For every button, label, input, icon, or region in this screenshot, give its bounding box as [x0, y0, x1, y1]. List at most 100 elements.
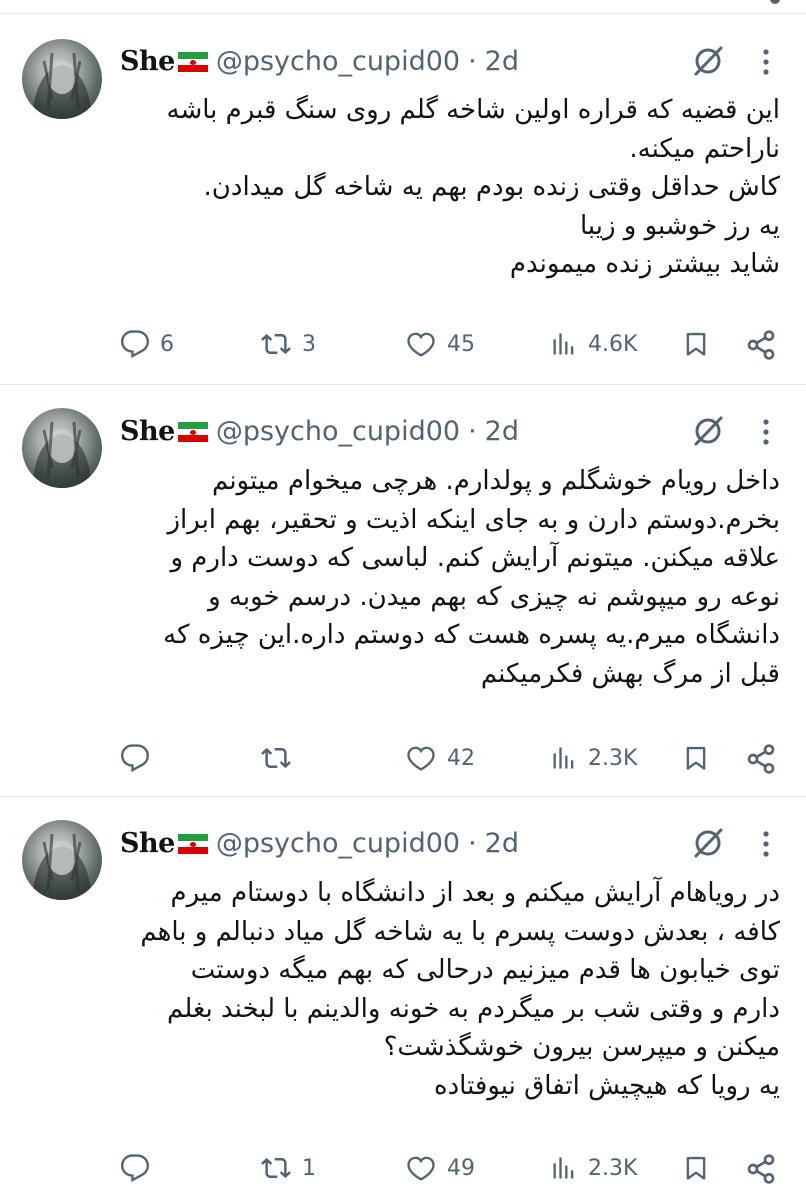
display-name[interactable]: She [120, 46, 175, 77]
avatar[interactable] [22, 408, 102, 488]
text-line: شاید بیشتر زنده میموندم [509, 249, 780, 279]
timestamp[interactable]: 2d [485, 828, 519, 859]
reply-icon [120, 1154, 149, 1183]
more-icon[interactable] [754, 417, 778, 447]
text-line: بخرم.دوستم دارن و به جای اینکه اذیت و تح… [167, 504, 780, 535]
action-bar: 42 2.3K [0, 736, 806, 780]
text-line: یه رز خوشبو و زیبا [579, 210, 780, 241]
share-button[interactable] [745, 329, 777, 361]
heart-icon [407, 1156, 435, 1181]
views-icon [553, 1157, 574, 1179]
share-button[interactable] [745, 743, 777, 775]
text-line: کافه ، بعدش دوست پسرم با یه شاخه گل میاد… [140, 916, 780, 947]
tweet-header: She @psycho_cupid00 · 2d [120, 823, 519, 863]
repost-icon [261, 747, 291, 769]
iran-flag-icon [177, 52, 208, 72]
repost-icon [261, 1157, 291, 1179]
repost-button[interactable] [260, 743, 302, 773]
like-count: 49 [447, 1155, 475, 1181]
more-icon[interactable] [754, 47, 778, 77]
bookmark-button[interactable] [682, 1153, 710, 1183]
text-line: نوعه رو میپوشم نه چیزی که بهم میدن. درسم… [208, 581, 780, 612]
avatar[interactable] [22, 820, 102, 900]
share-button[interactable] [745, 1153, 777, 1185]
repost-button[interactable]: 3 [260, 329, 316, 359]
repost-count: 3 [302, 331, 316, 357]
view-count: 4.6K [588, 331, 638, 357]
bookmark-icon [686, 746, 706, 770]
grok-icon[interactable] [690, 43, 726, 79]
text-line: توی خیابون ها قدم میزنیم درحالی که بهم م… [190, 955, 780, 985]
repost-count: 1 [302, 1155, 316, 1181]
bookmark-button[interactable] [682, 329, 710, 359]
tweet-text: داخل رویام خوشگلم و پولدارم. هرچی میخوام… [112, 462, 780, 693]
bookmark-button[interactable] [682, 743, 710, 773]
view-count: 2.3K [588, 745, 638, 771]
repost-icon [261, 333, 291, 355]
more-icon[interactable] [754, 829, 778, 859]
tweet-1[interactable]: She @psycho_cupid00 · 2d این قضیه که قرا… [0, 15, 806, 385]
like-count: 42 [447, 745, 475, 771]
views-icon [553, 333, 574, 355]
text-line: این قضیه که قراره اولین شاخه گلم روی سنگ… [166, 95, 780, 125]
user-handle[interactable]: @psycho_cupid00 [216, 416, 460, 447]
reply-button[interactable] [120, 1153, 160, 1183]
tweet-text: این قضیه که قراره اولین شاخه گلم روی سنگ… [112, 91, 780, 284]
timestamp[interactable]: 2d [485, 416, 519, 447]
text-line: ناراحتم میکنه. [629, 133, 780, 164]
share-icon [747, 1154, 775, 1184]
reply-icon [120, 744, 149, 773]
iran-flag-icon [177, 422, 208, 442]
iran-flag-icon [177, 834, 208, 854]
views-button[interactable]: 2.3K [550, 1153, 637, 1183]
separator-dot: · [468, 45, 477, 77]
grok-icon[interactable] [690, 825, 726, 861]
text-line: در رویاهام آرایش میکنم و بعد از دانشگاه … [170, 878, 780, 908]
share-icon [747, 330, 775, 360]
text-line: داخل رویام خوشگلم و پولدارم. هرچی میخوام… [212, 466, 780, 496]
bookmark-icon [686, 1156, 706, 1180]
user-handle[interactable]: @psycho_cupid00 [216, 828, 460, 859]
like-count: 45 [447, 331, 475, 357]
reply-button[interactable]: 6 [120, 329, 174, 359]
share-icon [747, 744, 775, 774]
like-button[interactable]: 45 [405, 329, 475, 359]
display-name[interactable]: She [120, 828, 175, 859]
like-button[interactable]: 42 [405, 743, 475, 773]
text-line: یه رویا که هیچیش اتفاق نیوفتاده [433, 1070, 780, 1101]
separator-dot: · [468, 827, 477, 859]
heart-icon [407, 746, 435, 771]
repost-button[interactable]: 1 [260, 1153, 316, 1183]
heart-icon [407, 332, 435, 357]
tweet-text: در رویاهام آرایش میکنم و بعد از دانشگاه … [112, 874, 780, 1105]
grok-icon[interactable] [690, 413, 726, 449]
reply-button[interactable] [120, 743, 160, 773]
text-line: دانشگاه میرم.یه پسره هست که دوستم داره.ا… [163, 620, 780, 650]
views-icon [553, 747, 574, 769]
action-bar: 6 3 45 4.6K [0, 322, 806, 366]
avatar[interactable] [22, 39, 102, 119]
text-line: علاقه میکنن. میتونم آرایش کنم. لباسی که … [170, 543, 780, 573]
reply-count: 6 [160, 331, 174, 357]
tweet-header: She @psycho_cupid00 · 2d [120, 411, 519, 451]
view-count: 2.3K [588, 1155, 638, 1181]
views-button[interactable]: 2.3K [550, 743, 637, 773]
top-divider [0, 0, 806, 14]
tweet-3[interactable]: She @psycho_cupid00 · 2d در رویاهام آرای… [0, 798, 806, 1200]
timestamp[interactable]: 2d [485, 46, 519, 77]
text-line: دارم و وقتی شب بر میگردم به خونه والدینم… [167, 993, 780, 1024]
separator-dot: · [468, 415, 477, 447]
bookmark-icon [686, 332, 706, 356]
display-name[interactable]: She [120, 416, 175, 447]
text-line: قبل از مرگ بهش فکرمیکنم [480, 658, 780, 689]
action-bar: 1 49 2.3K [0, 1146, 806, 1190]
user-handle[interactable]: @psycho_cupid00 [216, 46, 460, 77]
text-line: کاش حداقل وقتی زنده بودم بهم یه شاخه گل … [203, 172, 780, 202]
tweet-header: She @psycho_cupid00 · 2d [120, 41, 519, 81]
views-button[interactable]: 4.6K [550, 329, 637, 359]
reply-icon [120, 330, 149, 359]
text-line: میکنن و میپرسن بیرون خوشگذشت؟ [383, 1032, 780, 1062]
partial-more-icon [770, 0, 780, 4]
tweet-2[interactable]: She @psycho_cupid00 · 2d داخل رویام خوشگ… [0, 386, 806, 797]
like-button[interactable]: 49 [405, 1153, 475, 1183]
